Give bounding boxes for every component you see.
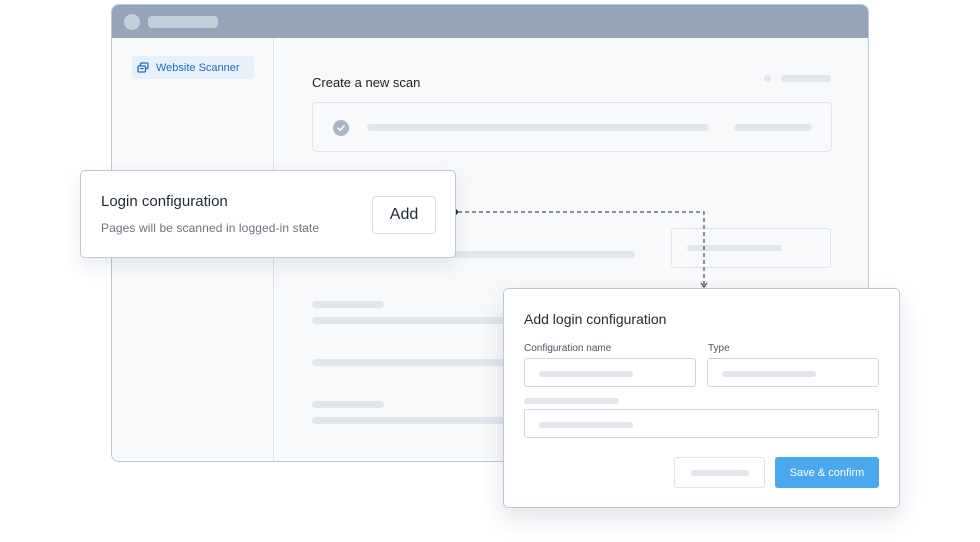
status-dot-placeholder	[764, 75, 771, 82]
select-placeholder-bar	[722, 371, 816, 377]
check-circle-icon	[333, 120, 349, 136]
configuration-name-input[interactable]	[524, 358, 696, 387]
login-card-subtitle: Pages will be scanned in logged-in state	[101, 221, 320, 235]
window-control-dot[interactable]	[124, 13, 140, 30]
input-placeholder-bar	[539, 371, 633, 377]
add-login-button[interactable]: Add	[372, 196, 436, 234]
field-label-placeholder	[524, 398, 619, 404]
cancel-button[interactable]	[674, 457, 765, 488]
scan-target-placeholder	[367, 124, 709, 131]
window-title-placeholder	[148, 15, 218, 28]
sidebar-item-label: Website Scanner	[156, 61, 240, 74]
section-line-placeholder	[312, 317, 512, 324]
login-configuration-card: Login configuration Pages will be scanne…	[80, 170, 456, 258]
credentials-input[interactable]	[524, 409, 879, 438]
section-line-placeholder	[312, 359, 512, 366]
configuration-name-label: Configuration name	[524, 343, 612, 354]
scan-target-meta-placeholder	[734, 124, 812, 131]
window-titlebar	[112, 5, 868, 38]
status-text-placeholder	[781, 75, 831, 82]
sidebar-item-website-scanner[interactable]: Website Scanner	[132, 56, 254, 79]
cancel-label-placeholder	[691, 470, 749, 476]
section-line-placeholder	[312, 417, 512, 424]
modal-title: Add login configuration	[524, 311, 667, 327]
scan-target-card[interactable]	[312, 102, 832, 152]
login-card-title: Login configuration	[101, 193, 228, 210]
type-label: Type	[708, 343, 730, 354]
add-login-modal: Add login configuration Configuration na…	[503, 288, 900, 508]
section-heading-placeholder	[312, 401, 384, 408]
option-box-text-placeholder	[687, 245, 782, 251]
option-box-placeholder[interactable]	[671, 228, 831, 268]
page-title: Create a new scan	[312, 75, 421, 90]
scanner-icon	[137, 61, 149, 73]
section-heading-placeholder	[312, 301, 384, 308]
input-placeholder-bar	[539, 422, 633, 428]
save-confirm-button[interactable]: Save & confirm	[775, 457, 879, 488]
type-select[interactable]	[707, 358, 879, 387]
